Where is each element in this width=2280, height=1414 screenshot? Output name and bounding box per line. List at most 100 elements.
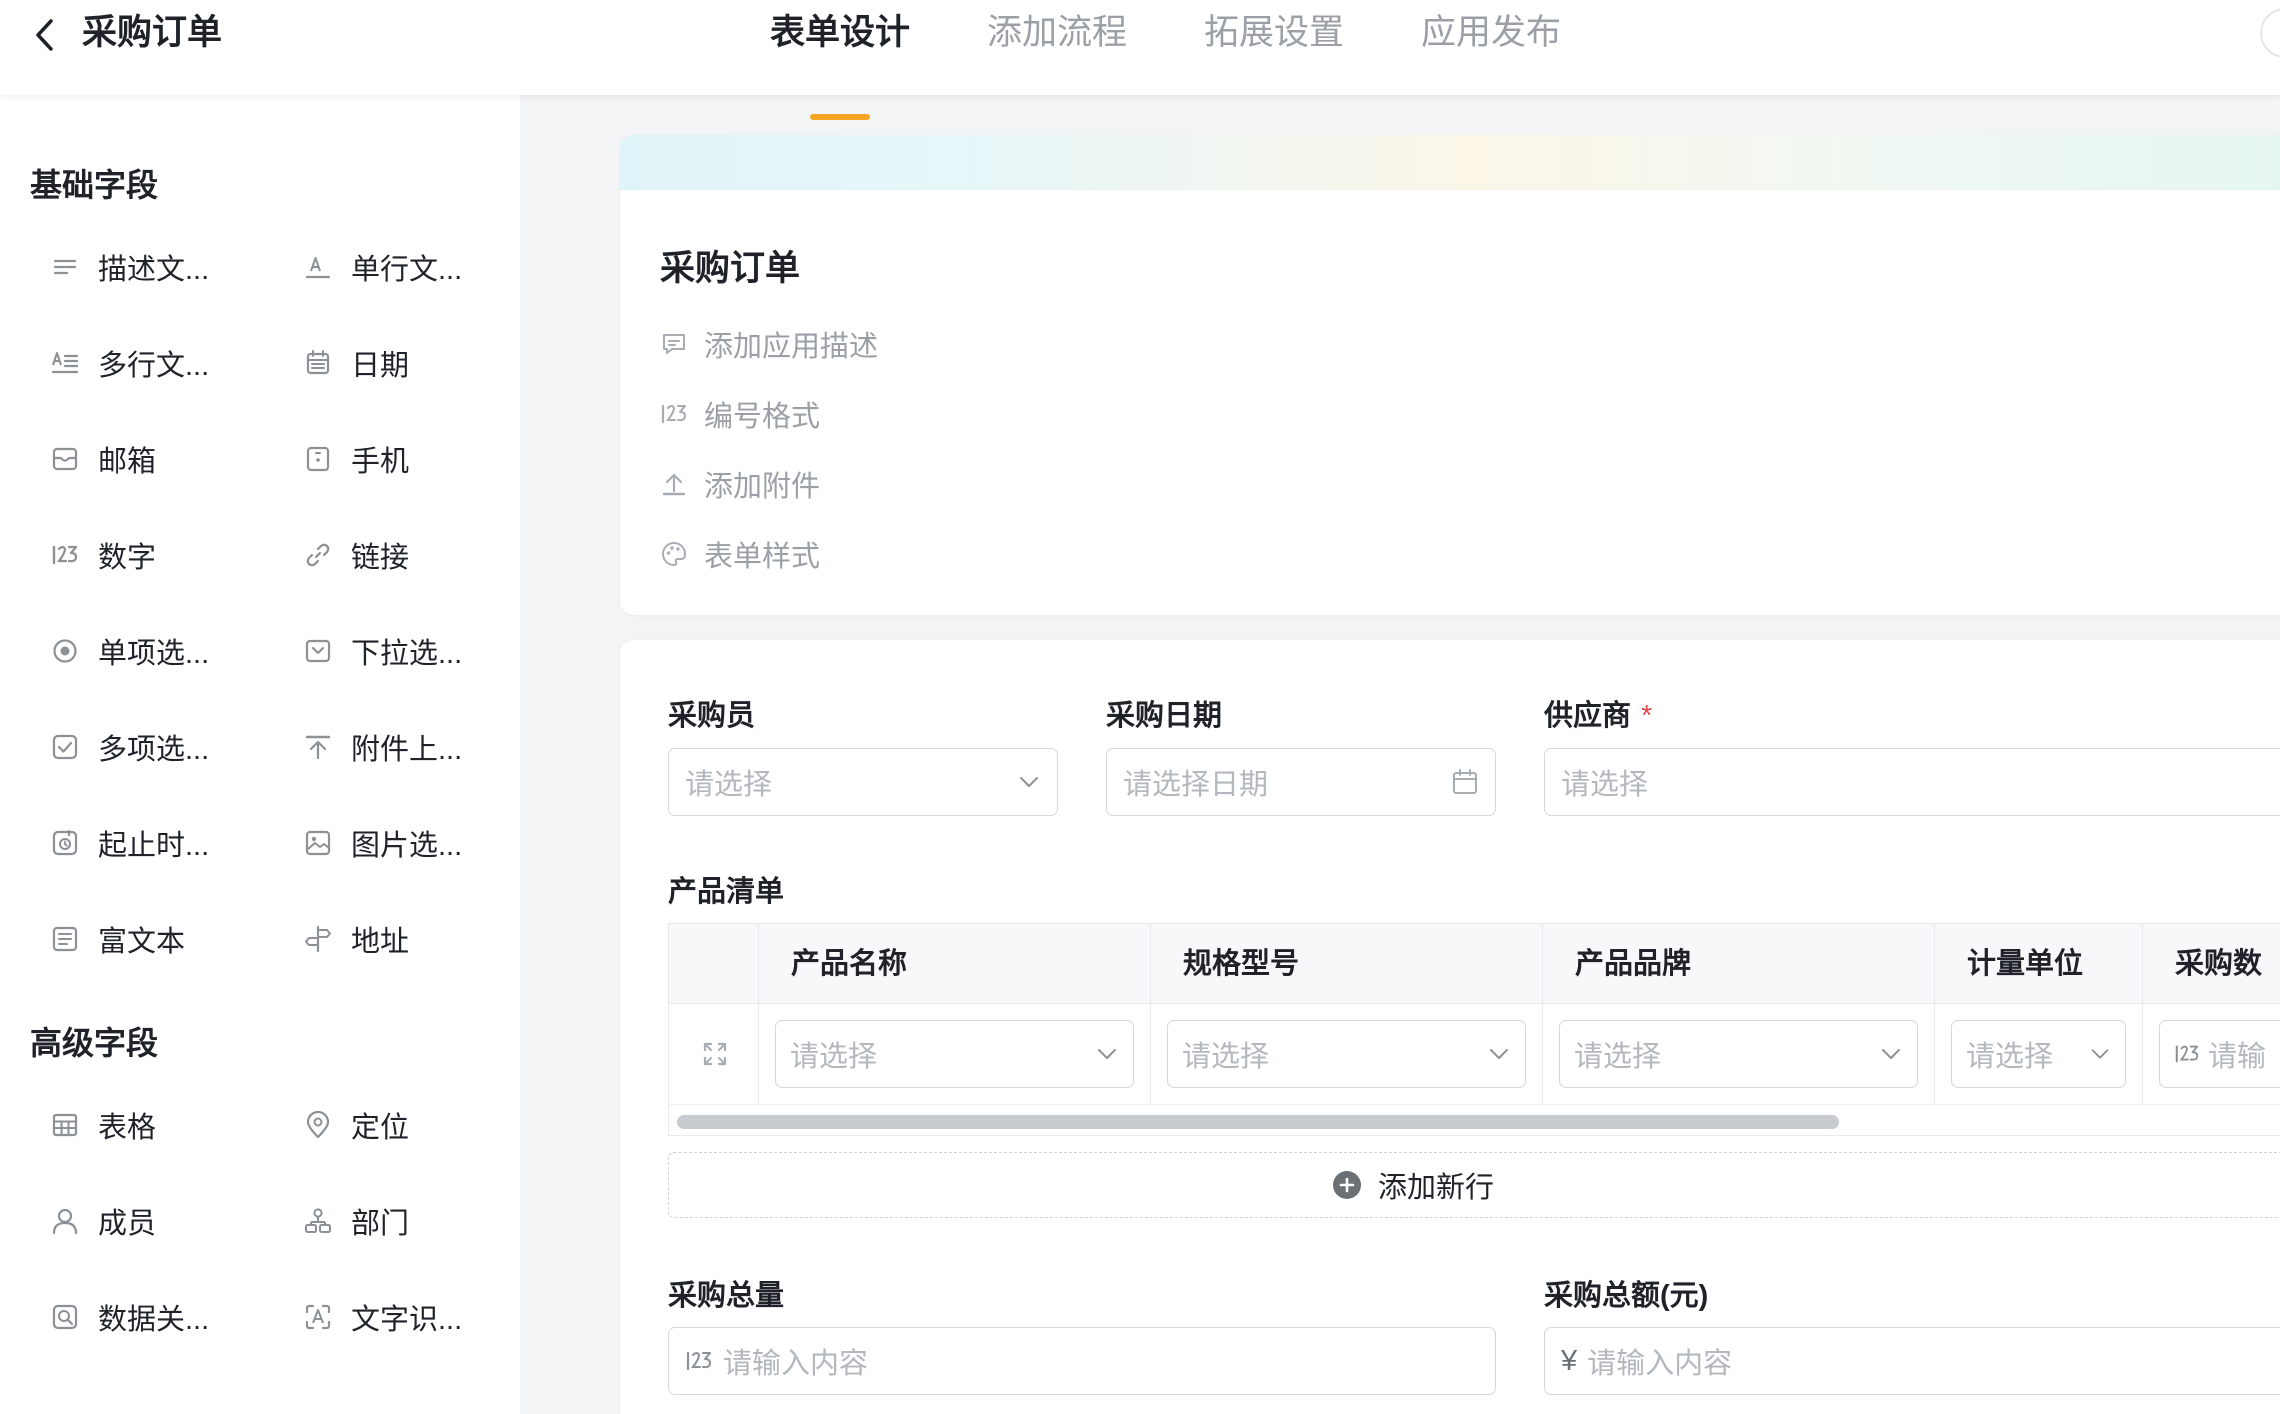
basic-fields-title: 基础字段	[30, 167, 159, 203]
meta-label: 表单样式	[704, 541, 821, 573]
table-row-handle[interactable]	[669, 1004, 759, 1104]
field-item-link[interactable]: 链接	[303, 525, 409, 585]
image-icon	[305, 830, 331, 856]
upload-icon	[305, 735, 331, 760]
field-item-checkbox[interactable]: 多项选...	[50, 717, 209, 777]
form-title[interactable]: 采购订单	[660, 240, 800, 291]
unit-select[interactable]: 请选择	[1951, 1020, 2126, 1088]
field-item-image[interactable]: 图片选...	[303, 813, 462, 873]
card-header-band	[620, 135, 2280, 190]
cell-placeholder: 请选择	[790, 1041, 878, 1073]
data-relation-icon	[52, 1304, 78, 1330]
field-item-phone[interactable]: 手机	[303, 429, 409, 489]
top-bar: 采购订单 表单设计 添加流程 拓展设置 应用发布	[0, 0, 2280, 120]
number-format[interactable]: 编号格式	[660, 393, 820, 435]
field-label: 数据关...	[98, 1304, 210, 1336]
email-icon	[52, 447, 78, 471]
total-amount-label: 采购总额(元)	[1544, 1280, 1709, 1312]
table-scrollbar[interactable]	[669, 1104, 2280, 1134]
total-amount-input[interactable]: ¥ 请输入内容	[1544, 1327, 2280, 1395]
field-label: 单项选...	[98, 638, 210, 670]
field-item-single-line[interactable]: 单行文...	[303, 237, 462, 297]
quantity-input[interactable]: 请输	[2159, 1020, 2280, 1088]
description-text-icon	[53, 259, 77, 275]
advanced-fields-title: 高级字段	[30, 1025, 159, 1061]
total-quantity-input[interactable]: 请输入内容	[668, 1327, 1496, 1395]
chevron-down-icon	[1020, 777, 1038, 787]
table-header-unit: 计量单位	[1935, 924, 2143, 1004]
field-item-ocr[interactable]: 文字识...	[303, 1287, 462, 1347]
spec-model-select[interactable]: 请选择	[1167, 1020, 1526, 1088]
tab-app-publish[interactable]: 应用发布	[1421, 0, 1561, 95]
field-label: 图片选...	[351, 830, 463, 862]
field-item-data-relation[interactable]: 数据关...	[50, 1287, 209, 1347]
supplier-label-text: 供应商	[1544, 700, 1632, 732]
field-item-location[interactable]: 定位	[303, 1095, 409, 1155]
product-name-select[interactable]: 请选择	[775, 1020, 1134, 1088]
add-attachment[interactable]: 添加附件	[660, 463, 820, 505]
purchase-date-label: 采购日期	[1106, 700, 1223, 732]
field-label: 邮箱	[98, 446, 157, 478]
back-button[interactable]	[24, 10, 64, 60]
field-item-department[interactable]: 部门	[303, 1191, 409, 1251]
add-row-label: 添加新行	[1377, 1172, 1494, 1204]
supplier-select[interactable]: 请选择	[1544, 748, 2280, 816]
tab-extension-settings[interactable]: 拓展设置	[1204, 0, 1344, 95]
purchase-date-picker[interactable]: 请选择日期	[1106, 748, 1496, 816]
form-style[interactable]: 表单样式	[660, 533, 820, 575]
table-header-brand: 产品品牌	[1543, 924, 1935, 1004]
cell-placeholder: 请输	[2208, 1041, 2267, 1073]
tab-form-design[interactable]: 表单设计	[770, 0, 910, 120]
table-header-blank	[669, 924, 759, 1004]
link-icon	[306, 543, 330, 567]
field-item-multi-line[interactable]: 多行文...	[50, 333, 209, 393]
field-item-table[interactable]: 表格	[50, 1095, 156, 1155]
field-item-time-range[interactable]: 起止时...	[50, 813, 209, 873]
product-list-label: 产品清单	[668, 876, 785, 908]
date-icon	[306, 350, 330, 375]
table-header-quantity: 采购数	[2175, 948, 2263, 980]
field-label: 描述文...	[98, 254, 210, 286]
dropdown-icon	[305, 639, 331, 663]
meta-label: 编号格式	[704, 401, 821, 433]
field-item-member[interactable]: 成员	[50, 1191, 156, 1251]
field-label: 成员	[98, 1208, 157, 1240]
field-label: 多项选...	[98, 734, 210, 766]
cell-placeholder: 请选择	[1574, 1041, 1662, 1073]
table-header-row: 产品名称 规格型号 产品品牌 计量单位 采购数	[669, 924, 2280, 1004]
total-quantity-placeholder: 请输入内容	[723, 1348, 869, 1380]
location-icon	[306, 1110, 330, 1139]
avatar[interactable]	[2260, 8, 2280, 58]
field-item-address[interactable]: 地址	[303, 909, 409, 969]
buyer-label: 采购员	[668, 700, 756, 732]
meta-label: 添加应用描述	[704, 331, 879, 363]
field-item-email[interactable]: 邮箱	[50, 429, 156, 489]
multi-line-text-icon	[51, 352, 79, 374]
add-row-button[interactable]: 添加新行	[668, 1152, 2280, 1218]
field-item-rich-text[interactable]: 富文本	[50, 909, 185, 969]
plus-circle-icon	[1332, 1171, 1361, 1199]
field-label: 单行文...	[351, 254, 463, 286]
form-info-card: 采购订单 添加应用描述 编号格式 添加附件 表单样式	[620, 135, 2280, 615]
phone-icon	[306, 446, 330, 472]
field-item-number[interactable]: 数字	[50, 525, 156, 585]
field-label: 文字识...	[351, 1304, 463, 1336]
cell-placeholder: 请选择	[1966, 1041, 2054, 1073]
member-icon	[52, 1208, 78, 1235]
buyer-select[interactable]: 请选择	[668, 748, 1058, 816]
scrollbar-thumb[interactable]	[677, 1115, 1839, 1129]
field-item-description[interactable]: 描述文...	[50, 237, 209, 297]
field-item-radio[interactable]: 单项选...	[50, 621, 209, 681]
field-label: 地址	[351, 926, 410, 958]
field-item-date[interactable]: 日期	[303, 333, 409, 393]
table-cell: 请输	[2143, 1004, 2280, 1104]
yuan-icon: ¥	[1561, 1344, 1578, 1377]
field-sidebar: 基础字段 描述文... 单行文... 多行文... 日期 邮箱 手机 数字 链接…	[0, 95, 520, 1414]
field-item-upload[interactable]: 附件上...	[303, 717, 462, 777]
add-app-description[interactable]: 添加应用描述	[660, 323, 878, 365]
tab-add-process[interactable]: 添加流程	[987, 0, 1127, 95]
field-item-dropdown[interactable]: 下拉选...	[303, 621, 462, 681]
brand-select[interactable]: 请选择	[1559, 1020, 1918, 1088]
comment-icon	[663, 334, 685, 354]
field-label: 附件上...	[351, 734, 463, 766]
